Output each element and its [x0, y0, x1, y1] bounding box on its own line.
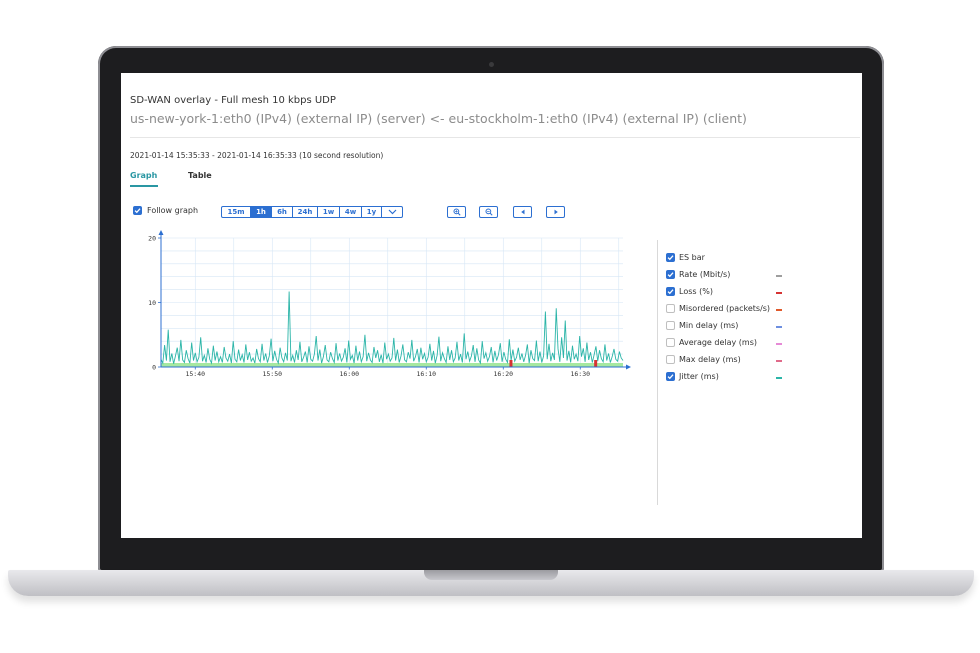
legend-label: Misordered (packets/s)	[679, 304, 771, 313]
legend-panel: ES bar Rate (Mbit/s) Loss (%) Misordered…	[657, 240, 858, 505]
zoom-in-button[interactable]	[447, 206, 466, 218]
legend-checkbox[interactable]	[666, 321, 675, 330]
legend-color-misordered	[776, 309, 782, 311]
pan-left-button[interactable]	[513, 206, 532, 218]
range-1w-button[interactable]: 1w	[317, 206, 340, 218]
legend-color-jitter	[776, 377, 782, 379]
page-title: SD-WAN overlay - Full mesh 10 kbps UDP	[130, 95, 336, 106]
legend-label: Rate (Mbit/s)	[679, 270, 731, 279]
legend-checkbox[interactable]	[666, 253, 675, 262]
legend-checkbox[interactable]	[666, 338, 675, 347]
legend-checkbox[interactable]	[666, 270, 675, 279]
legend-item-loss[interactable]: Loss (%)	[666, 287, 713, 296]
range-1h-button[interactable]: 1h	[250, 206, 272, 218]
tab-table[interactable]: Table	[188, 171, 212, 180]
x-tick-label: 16:10	[416, 370, 436, 378]
legend-item-min-delay[interactable]: Min delay (ms)	[666, 321, 738, 330]
laptop-base-notch	[424, 570, 558, 580]
legend-item-misordered[interactable]: Misordered (packets/s)	[666, 304, 770, 313]
zoom-out-button[interactable]	[479, 206, 498, 218]
legend-label: ES bar	[679, 253, 705, 262]
es-bar	[161, 363, 623, 367]
range-more-button[interactable]	[381, 206, 403, 218]
arrow-right-icon	[554, 209, 558, 215]
legend-checkbox[interactable]	[666, 287, 675, 296]
jitter-chart[interactable]: 0 10 20 15:40 15:50 16:00 16:10 16:20 16:30	[131, 228, 631, 378]
range-4w-button[interactable]: 4w	[339, 206, 362, 218]
range-1y-button[interactable]: 1y	[361, 206, 382, 218]
y-tick-label: 20	[148, 235, 156, 243]
time-range-label: 2021-01-14 15:35:33 - 2021-01-14 16:35:3…	[130, 151, 384, 160]
zoom-out-icon	[484, 208, 493, 216]
legend-color-average-delay	[776, 343, 782, 345]
tab-graph[interactable]: Graph	[130, 171, 157, 180]
legend-checkbox[interactable]	[666, 372, 675, 381]
pan-right-button[interactable]	[546, 206, 565, 218]
follow-graph-label: Follow graph	[147, 206, 199, 215]
legend-color-max-delay	[776, 360, 782, 362]
legend-label: Min delay (ms)	[679, 321, 739, 330]
loss-mark	[509, 360, 513, 367]
legend-color-min-delay	[776, 326, 782, 328]
legend-label: Average delay (ms)	[679, 338, 757, 347]
y-tick-label: 0	[152, 364, 156, 372]
camera-icon	[489, 62, 494, 67]
x-tick-label: 16:20	[493, 370, 513, 378]
x-tick-label: 16:30	[570, 370, 590, 378]
legend-label: Jitter (ms)	[679, 372, 719, 381]
divider	[130, 137, 860, 138]
legend-item-jitter[interactable]: Jitter (ms)	[666, 372, 719, 381]
range-button-group: 15m 1h 6h 24h 1w 4w 1y	[221, 206, 403, 218]
legend-checkbox[interactable]	[666, 355, 675, 364]
legend-item-average-delay[interactable]: Average delay (ms)	[666, 338, 757, 347]
x-axis-arrow	[626, 364, 631, 370]
screen: SD-WAN overlay - Full mesh 10 kbps UDP u…	[121, 73, 862, 538]
chevron-down-icon	[388, 209, 396, 215]
x-tick-label: 15:40	[185, 370, 205, 378]
y-axis-arrow	[158, 230, 164, 235]
legend-item-es-bar[interactable]: ES bar	[666, 253, 705, 262]
loss-mark	[594, 360, 598, 367]
active-tab-underline	[130, 185, 158, 187]
follow-graph-toggle[interactable]: Follow graph	[133, 206, 198, 215]
y-tick-label: 10	[148, 299, 156, 307]
follow-graph-checkbox[interactable]	[133, 206, 142, 215]
legend-color-rate	[776, 275, 782, 277]
arrow-left-icon	[520, 209, 524, 215]
x-tick-label: 16:00	[339, 370, 359, 378]
range-15m-button[interactable]: 15m	[221, 206, 251, 218]
legend-item-rate[interactable]: Rate (Mbit/s)	[666, 270, 730, 279]
graph-area[interactable]: 0 10 20 15:40 15:50 16:00 16:10 16:20 16:30	[131, 228, 631, 382]
range-6h-button[interactable]: 6h	[271, 206, 293, 218]
page-subtitle: us-new-york-1:eth0 (IPv4) (external IP) …	[130, 111, 747, 126]
legend-item-max-delay[interactable]: Max delay (ms)	[666, 355, 741, 364]
legend-label: Max delay (ms)	[679, 355, 741, 364]
range-24h-button[interactable]: 24h	[292, 206, 318, 218]
zoom-in-icon	[452, 208, 461, 216]
legend-checkbox[interactable]	[666, 304, 675, 313]
legend-color-loss	[776, 292, 782, 294]
x-tick-label: 15:50	[262, 370, 282, 378]
legend-label: Loss (%)	[679, 287, 713, 296]
